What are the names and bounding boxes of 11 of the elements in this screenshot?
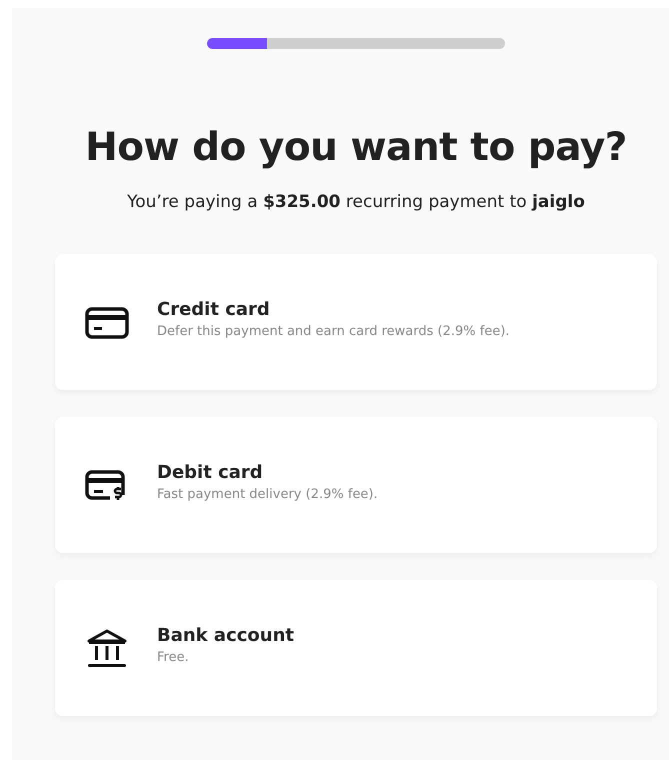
option-description: Fast payment delivery (2.9% fee). (157, 487, 378, 502)
payment-option[interactable]: Credit card Defer this payment and earn card rewards (2.9% fee). (55, 254, 657, 390)
option-title: Bank account (157, 625, 294, 646)
option-title: Credit card (157, 299, 271, 320)
option-description: Defer this payment and earn card rewards (2.9% fee). (157, 324, 510, 339)
payment-option[interactable]: Bank account Free. (55, 580, 657, 716)
option-description: Free. (157, 650, 190, 665)
payment-option[interactable]: Debit card Fast payment delivery (2.9% fee). (55, 417, 657, 553)
payment-summary: You’re paying a $325.00 recurring payment to jaiglo (127, 192, 585, 212)
option-title: Debit card (157, 462, 264, 483)
page-title: How do you want to pay? (85, 125, 627, 170)
